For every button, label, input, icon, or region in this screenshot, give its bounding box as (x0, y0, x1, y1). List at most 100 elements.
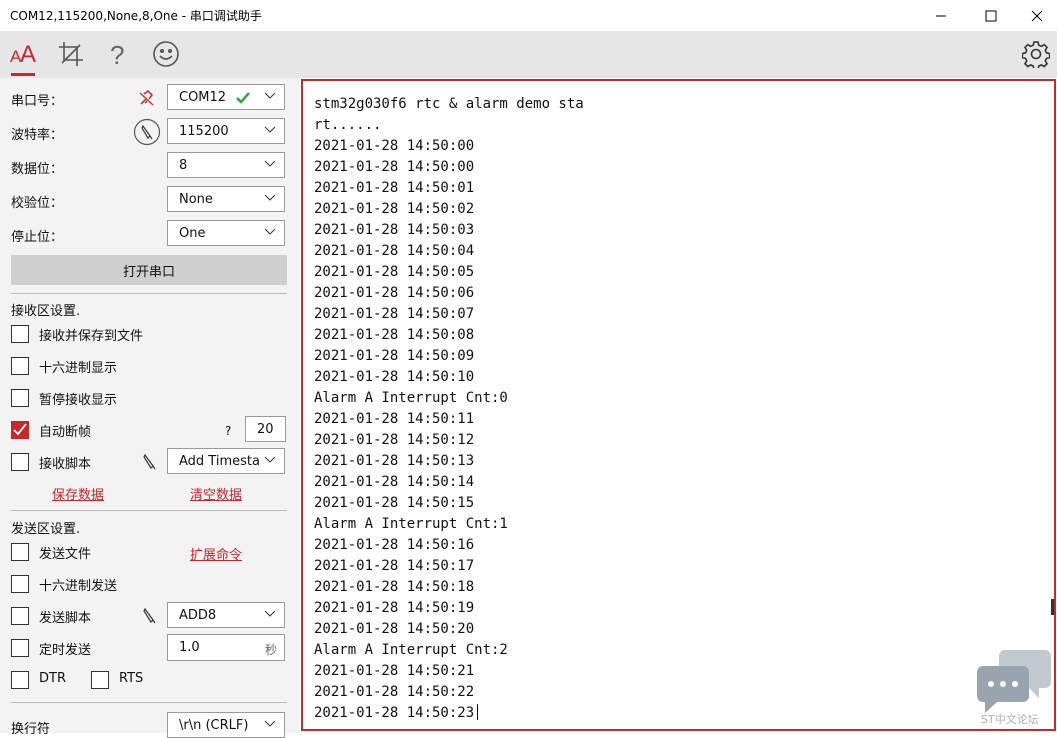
terminal-line: 2021-01-28 14:50:09 (314, 348, 475, 364)
clear-data-link[interactable]: 清空数据 (190, 484, 242, 503)
parity-select-value: None (179, 192, 213, 207)
smiley-icon[interactable] (151, 39, 181, 69)
close-button[interactable] (1014, 0, 1057, 31)
dtr-label: DTR (39, 671, 66, 686)
terminal-line: 2021-01-28 14:50:04 (314, 243, 475, 259)
scrollbar-thumb[interactable] (1051, 599, 1054, 615)
parity-select[interactable]: None (167, 186, 285, 212)
pen-icon[interactable] (141, 453, 157, 471)
send-script-label: 发送脚本 (39, 611, 92, 626)
stopbits-label: 停止位： (11, 230, 64, 245)
terminal-line: Alarm A Interrupt Cnt:2 (314, 642, 508, 658)
pen-icon[interactable] (141, 607, 157, 625)
timer-send-checkbox[interactable] (11, 639, 29, 657)
send-section-label: 发送区设置. (11, 522, 81, 537)
auto-frame-checkbox[interactable] (11, 421, 29, 439)
stopbits-select[interactable]: One (167, 220, 285, 246)
chevron-down-icon (264, 194, 276, 201)
watermark-text: ST中文论坛 (981, 713, 1039, 726)
toolbar: A A ? (0, 31, 1057, 78)
maximize-button[interactable] (968, 0, 1014, 31)
maximize-icon (985, 10, 997, 21)
font-icon[interactable]: A A (8, 39, 38, 69)
save-to-file-checkbox[interactable] (11, 325, 29, 343)
terminal-line: 2021-01-28 14:50:14 (314, 474, 475, 490)
hex-send-checkbox[interactable] (11, 575, 29, 593)
terminal-line: 2021-01-28 14:50:12 (314, 432, 475, 448)
parity-label: 校验位： (11, 196, 64, 211)
terminal-line: 2021-01-28 14:50:15 (314, 495, 475, 511)
svg-text:A: A (20, 41, 36, 67)
terminal-line: 2021-01-28 14:50:17 (314, 558, 475, 574)
save-to-file-label: 接收并保存到文件 (39, 329, 144, 344)
port-select[interactable]: COM12 (167, 84, 285, 110)
send-file-label: 发送文件 (39, 547, 92, 562)
auto-frame-label: 自动断帧 (39, 425, 92, 440)
hex-display-label: 十六进制显示 (39, 361, 118, 376)
stopbits-select-value: One (179, 226, 206, 241)
save-data-link[interactable]: 保存数据 (52, 484, 104, 503)
frame-timeout-value: 20 (257, 422, 274, 437)
terminal-line: 2021-01-28 14:50:08 (314, 327, 475, 343)
send-file-checkbox[interactable] (11, 543, 29, 561)
receive-script-value: Add Timesta (179, 454, 260, 469)
divider (11, 293, 287, 294)
divider (11, 510, 287, 511)
terminal-line: 2021-01-28 14:50:21 (314, 663, 475, 679)
timer-interval-input[interactable]: 1.0 秒 (167, 634, 285, 661)
terminal-line: rt...... (314, 117, 382, 133)
receive-terminal[interactable]: stm32g030f6 rtc & alarm demo sta rt......… (301, 79, 1056, 731)
terminal-line: 2021-01-28 14:50:19 (314, 600, 475, 616)
terminal-line: 2021-01-28 14:50:05 (314, 264, 475, 280)
open-port-button[interactable]: 打开串口 (11, 255, 287, 285)
receive-script-select[interactable]: Add Timesta (167, 448, 285, 474)
receive-script-checkbox[interactable] (11, 453, 29, 471)
extend-command-link[interactable]: 扩展命令 (190, 544, 242, 563)
newline-select[interactable]: \r\n (CRLF) (167, 712, 285, 738)
baud-select-value: 115200 (179, 124, 229, 139)
baud-script-icon[interactable] (133, 118, 161, 146)
terminal-line: 2021-01-28 14:50:10 (314, 369, 475, 385)
port-label: 串口号： (11, 94, 64, 109)
send-script-select[interactable]: ADD8 (167, 602, 285, 628)
terminal-line: 2021-01-28 14:50:20 (314, 621, 475, 637)
svg-text:?: ? (110, 40, 124, 68)
crop-icon[interactable] (56, 39, 86, 69)
hex-display-checkbox[interactable] (11, 357, 29, 375)
terminal-line: 2021-01-28 14:50:01 (314, 180, 475, 196)
minimize-button[interactable] (918, 0, 964, 31)
dtr-checkbox[interactable] (11, 671, 29, 689)
rts-label: RTS (119, 671, 144, 686)
terminal-line: 2021-01-28 14:50:22 (314, 684, 475, 700)
terminal-line: 2021-01-28 14:50:13 (314, 453, 475, 469)
gear-icon[interactable] (1021, 39, 1051, 69)
databits-select[interactable]: 8 (167, 152, 285, 178)
rts-checkbox[interactable] (91, 671, 109, 689)
chevron-down-icon (264, 720, 276, 727)
timer-unit: 秒 (264, 643, 277, 657)
close-icon (1031, 10, 1043, 21)
help-icon[interactable]: ? (103, 39, 133, 69)
terminal-line: 2021-01-28 14:50:11 (314, 411, 475, 427)
chevron-down-icon (264, 456, 276, 463)
send-script-checkbox[interactable] (11, 607, 29, 625)
help-mark[interactable]: ? (225, 424, 231, 438)
receive-section-label: 接收区设置. (11, 304, 81, 319)
disconnected-plug-icon[interactable] (138, 89, 156, 107)
terminal-line: 2021-01-28 14:50:00 (314, 159, 475, 175)
timer-send-label: 定时发送 (39, 643, 92, 658)
baud-label: 波特率： (11, 128, 64, 143)
divider (11, 702, 287, 703)
timer-interval-value: 1.0 (179, 640, 200, 655)
pause-display-label: 暂停接收显示 (39, 393, 118, 408)
receive-script-label: 接收脚本 (39, 457, 92, 472)
frame-timeout-input[interactable]: 20 (245, 416, 286, 442)
send-script-value: ADD8 (179, 608, 217, 623)
terminal-line: 2021-01-28 14:50:03 (314, 222, 475, 238)
terminal-line: Alarm A Interrupt Cnt:0 (314, 390, 508, 406)
terminal-line: 2021-01-28 14:50:02 (314, 201, 475, 217)
terminal-output: stm32g030f6 rtc & alarm demo sta rt......… (314, 94, 584, 724)
baud-select[interactable]: 115200 (167, 118, 285, 144)
newline-select-value: \r\n (CRLF) (179, 718, 249, 733)
pause-display-checkbox[interactable] (11, 389, 29, 407)
